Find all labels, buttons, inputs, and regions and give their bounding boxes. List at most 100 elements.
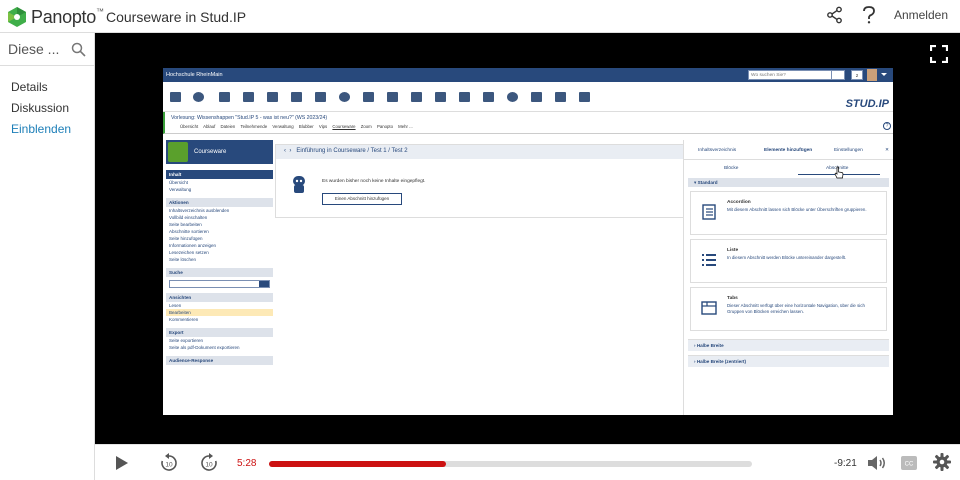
tab-toc: Inhaltsverzeichnis [698,148,737,153]
close-icon: ✕ [884,148,889,153]
course-tab: Dateien [220,124,236,129]
studip-topbar: Hochschule RheinMain Wo suchen Sie? 2 [163,68,893,82]
studip-logo: STUD.IP [845,98,889,110]
studip-search-button [831,70,845,80]
section-ansichten: Ansichten [166,293,273,302]
tiles-icon [435,92,446,102]
link: Lesezeichen setzen [169,250,209,255]
card-tabs: Tabs Dieser Abschnitt verfügt über eine … [690,287,887,331]
link: Informationen anzeigen [169,243,217,248]
breadcrumb: ‹ › Einführung in Courseware / Test 1 / … [276,145,684,159]
antenna-icon [531,92,542,102]
svg-text:10: 10 [165,462,173,469]
person-icon [483,92,494,102]
course-tab: Ablauf [203,124,216,129]
add-section-button: Einen Abschnitt hinzufügen [322,193,402,205]
courseware-banner: Courseware [166,140,273,164]
top-bar: Panopto™ Courseware in Stud.IP Anmelden [0,0,960,33]
link: Übersicht [169,180,189,185]
support-icon [579,92,590,102]
org-name: Hochschule RheinMain [166,72,223,78]
elements-panel: Inhaltsverzeichnis Elemente hinzufügen E… [683,140,893,415]
link: Vollbild einschalten [169,215,208,220]
brand-name: Panopto™ [31,6,104,27]
search-field [169,280,270,288]
search-input[interactable]: Diese ... [8,41,59,57]
studip-search: Wo suchen Sie? [748,70,832,80]
card-desc: Mit diesem Abschnitt lassen sich Blöcke … [727,207,867,212]
course-tabs: Übersicht Ablauf Dateien Teilnehmende Ve… [180,124,417,129]
play-icon[interactable] [115,455,129,471]
accordion-half-width-centered: › Halbe Breite (zentriert) [688,355,889,367]
chevron-right-icon: › [289,148,292,154]
link: Seite bearbeiten [169,222,202,227]
section-suche: Suche [166,268,273,277]
section-standard: ▾ Standard [688,178,889,187]
card-title: Tabs [727,296,738,301]
search-icon[interactable] [71,42,86,57]
course-tab: Verwaltung [272,124,294,129]
profile-icon [291,92,302,102]
sidebar-item-details[interactable]: Details [0,77,94,98]
section-inhalt: Inhalt [166,170,273,179]
robot-icon [293,176,305,193]
course-tab: Blubber [298,124,314,129]
tabs-icon [701,301,717,315]
card-accordion: Accordion Mit diesem Abschnitt lassen si… [690,191,887,235]
course-tab: Vips [318,124,328,129]
panel-tabs: Inhaltsverzeichnis Elemente hinzufügen E… [684,140,893,160]
chevron-down-icon [881,73,887,76]
courseware-main: ‹ › Einführung in Courseware / Test 1 / … [275,144,685,218]
courseware-icon [168,142,188,162]
link: Seite exportieren [169,338,204,343]
courses-icon [193,92,204,102]
help-icon: ? [883,122,891,130]
mail-icon [243,92,254,102]
sidebar-item-diskussion[interactable]: Diskussion [0,98,94,119]
course-tab: Zoom [360,124,372,129]
share-icon[interactable] [826,6,844,24]
avatar [867,69,877,81]
login-link[interactable]: Anmelden [894,8,948,22]
course-tab: Übersicht [180,124,199,129]
admin-icon [411,92,422,102]
help-icon[interactable] [862,6,876,24]
empty-info: Es wurden bisher noch keine Inhalte eing… [322,179,426,184]
gear-icon[interactable] [933,453,951,471]
section-audience: Audience-Response [166,356,273,365]
video-frame: Hochschule RheinMain Wo suchen Sie? 2 Ve… [163,68,893,415]
panel-subtabs: Blöcke Abschnitte [684,160,893,179]
elapsed-time: 5:28 [237,458,257,469]
studip-icon-bar: Veranstaltungen STUD.IP [163,82,893,123]
sidebar-nav: Details Diskussion Einblenden [0,66,94,140]
subtab-blocks: Blöcke [724,166,739,171]
tab-add-elements: Elemente hinzufügen [764,148,813,153]
export-icon [459,92,470,102]
course-tab: Teilnehmende [240,124,268,129]
progress-fill [269,461,447,467]
sidebar-item-einblenden[interactable]: Einblenden [0,119,94,140]
progress-bar[interactable] [269,461,752,467]
captions-icon[interactable]: CC [901,456,917,470]
accordion-half-width: › Halbe Breite [688,339,889,351]
link: Seite als pdf-Dokument exportieren [169,345,240,350]
fullscreen-icon[interactable] [930,45,948,63]
course-title: Vorlesung: Wissenshappen "Stud.IP 5 - wa… [171,115,328,121]
calendar-icon [315,92,326,102]
forward-10-icon[interactable]: 10 [199,453,219,473]
course-tab-active: Courseware [332,124,356,129]
sidebar-search[interactable]: Diese ... [0,33,94,66]
list-icon [702,254,716,266]
accordion-icon [702,204,716,220]
link: Seite hinzufügen [169,236,203,241]
volume-icon[interactable] [867,455,887,471]
tools-icon [363,92,374,102]
home-icon [170,92,181,102]
notification-count: 2 [851,70,863,80]
messages-icon [219,92,230,102]
rewind-10-icon[interactable]: 10 [159,453,179,473]
chevron-left-icon: ‹ [284,148,286,154]
link: Lesen [169,303,182,308]
panopto-logo[interactable]: Panopto™ [6,6,104,28]
group-icon [555,92,566,102]
